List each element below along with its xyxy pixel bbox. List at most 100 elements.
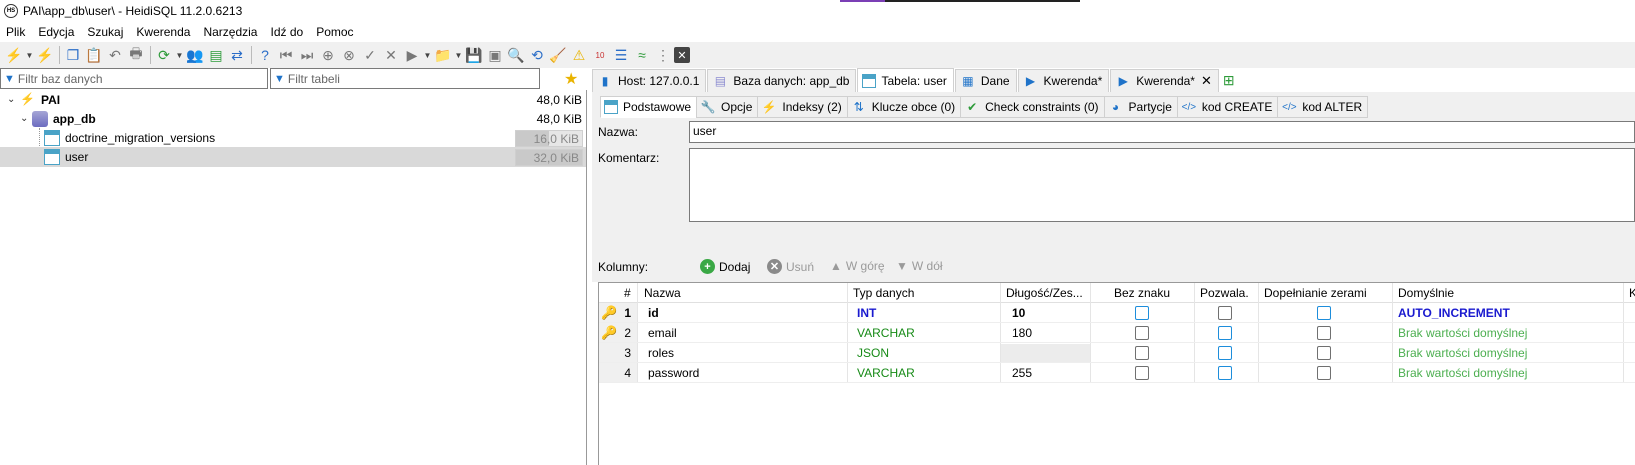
copy-icon[interactable]: ❐ xyxy=(63,45,83,65)
menu-pomoc[interactable]: Pomoc xyxy=(316,25,353,39)
database-filter-input[interactable]: ▼ Filtr baz danych xyxy=(0,68,268,89)
table-row[interactable]: 🔑 1 id INT 10 AUTO_INCREMENT xyxy=(599,303,1635,323)
replace-icon[interactable]: ⟲ xyxy=(527,45,547,65)
header-number[interactable]: # xyxy=(624,286,631,300)
zerofill-checkbox[interactable] xyxy=(1317,306,1331,320)
header-comment[interactable]: K xyxy=(1629,286,1635,300)
header-default[interactable]: Domyślnie xyxy=(1398,286,1454,300)
close-tab-icon[interactable]: ✕ xyxy=(674,47,690,63)
table-size-bar: 16,0 KiB xyxy=(515,129,583,147)
table-row[interactable]: 🔑 2 email VARCHAR 180 Brak wartości domy… xyxy=(599,323,1635,343)
undo-icon[interactable]: ↶ xyxy=(105,45,125,65)
save-as-icon[interactable]: ▣ xyxy=(485,45,505,65)
print-icon[interactable]: 🖶 xyxy=(126,45,146,65)
subtab-foreign-keys[interactable]: ⇅ Klucze obce (0) xyxy=(846,96,962,118)
first-record-icon[interactable]: ⏮ xyxy=(276,45,296,65)
last-record-icon[interactable]: ⏭ xyxy=(297,45,317,65)
open-folder-icon[interactable]: 📁 xyxy=(433,45,453,65)
close-icon[interactable]: ✕ xyxy=(1201,73,1212,89)
tab-table[interactable]: Tabela: user xyxy=(857,68,954,92)
menu-idz-do[interactable]: Idź do xyxy=(270,25,303,39)
table-comment-textarea[interactable] xyxy=(689,148,1635,222)
search-icon[interactable]: 🔍 xyxy=(506,45,526,65)
move-up-button[interactable]: ▲ W górę xyxy=(830,259,885,273)
table-filter-input[interactable]: ▼ Filtr tabeli xyxy=(270,68,540,89)
table-row[interactable]: 3 roles JSON Brak wartości domyślnej xyxy=(599,343,1635,363)
tree-server-node[interactable]: ⌄ ⚡ PAI 48,0 KiB xyxy=(0,90,586,110)
unsigned-checkbox[interactable] xyxy=(1135,346,1149,360)
subtab-alter-code[interactable]: </> kod ALTER xyxy=(1277,96,1369,118)
tree-table-node-selected[interactable]: user 32,0 KiB xyxy=(0,147,586,167)
zerofill-checkbox[interactable] xyxy=(1317,326,1331,340)
add-column-button[interactable]: + Dodaj xyxy=(700,259,750,274)
tab-query-2[interactable]: ▶ Kwerenda* ✕ xyxy=(1110,69,1219,92)
user-manager-icon[interactable]: 👥 xyxy=(185,45,205,65)
unsigned-checkbox[interactable] xyxy=(1135,366,1149,380)
export-icon[interactable]: ▤ xyxy=(206,45,226,65)
favorites-star-icon[interactable]: ★ xyxy=(564,69,578,89)
tree-table-node[interactable]: doctrine_migration_versions 16,0 KiB xyxy=(0,128,586,148)
tree-database-node[interactable]: ⌄ app_db 48,0 KiB xyxy=(0,109,586,129)
allow-null-checkbox[interactable] xyxy=(1218,346,1232,360)
subtab-check-constraints[interactable]: ✔ Check constraints (0) xyxy=(960,96,1105,118)
run-query-icon[interactable]: ▶ xyxy=(402,45,422,65)
collapse-arrow-icon[interactable]: ⌄ xyxy=(20,113,28,124)
sync-icon[interactable]: ⇄ xyxy=(227,45,247,65)
connect-icon[interactable]: ⚡ xyxy=(4,45,24,65)
allow-null-checkbox[interactable] xyxy=(1218,366,1232,380)
run-dropdown-icon[interactable]: ▼ xyxy=(423,45,432,65)
connect-dropdown-icon[interactable]: ▼ xyxy=(25,45,34,65)
unsigned-checkbox[interactable] xyxy=(1135,326,1149,340)
paste-icon[interactable]: 📋 xyxy=(84,45,104,65)
subtab-options[interactable]: 🔧 Opcje xyxy=(696,96,759,118)
cancel-icon[interactable]: ✕ xyxy=(381,45,401,65)
zerofill-checkbox[interactable] xyxy=(1317,366,1331,380)
zerofill-checkbox[interactable] xyxy=(1317,346,1331,360)
save-icon[interactable]: 💾 xyxy=(464,45,484,65)
header-data-type[interactable]: Typ danych xyxy=(853,286,914,300)
header-name[interactable]: Nazwa xyxy=(644,286,681,300)
vertical-dots-icon[interactable]: ⋮ xyxy=(653,45,673,65)
open-dropdown-icon[interactable]: ▼ xyxy=(454,45,463,65)
tab-data[interactable]: ▦ Dane xyxy=(954,69,1017,92)
menu-narzedzia[interactable]: Narzędzia xyxy=(203,25,257,39)
allow-null-checkbox[interactable] xyxy=(1218,326,1232,340)
disconnect-icon[interactable]: ⚡ xyxy=(35,45,55,65)
table-name-input[interactable]: user xyxy=(689,121,1635,143)
warning-icon[interactable]: ⚠ xyxy=(569,45,589,65)
clean-icon[interactable]: 🧹 xyxy=(548,45,568,65)
columns-grid[interactable]: # Nazwa Typ danych Długość/Zes... Bez zn… xyxy=(598,282,1635,465)
header-zerofill[interactable]: Dopełnianie zerami xyxy=(1264,286,1367,300)
menu-szukaj[interactable]: Szukaj xyxy=(87,25,123,39)
database-tree[interactable]: ⌄ ⚡ PAI 48,0 KiB ⌄ app_db 48,0 KiB doctr… xyxy=(0,90,587,465)
post-icon[interactable]: ✓ xyxy=(360,45,380,65)
help-icon[interactable]: ? xyxy=(255,45,275,65)
subtab-create-code[interactable]: </> kod CREATE xyxy=(1176,96,1279,118)
delete-record-icon[interactable]: ⊗ xyxy=(339,45,359,65)
remove-column-button[interactable]: ✕ Usuń xyxy=(767,259,814,274)
subtab-partitions[interactable]: ◕ Partycje xyxy=(1103,96,1178,118)
header-length[interactable]: Długość/Zes... xyxy=(1006,286,1088,300)
subtab-indexes[interactable]: ⚡ Indeksy (2) xyxy=(757,96,848,118)
subtab-basic[interactable]: Podstawowe xyxy=(600,96,698,118)
wrap-icon[interactable]: ☰ xyxy=(611,45,631,65)
insert-record-icon[interactable]: ⊕ xyxy=(318,45,338,65)
refresh-icon[interactable]: ⟳ xyxy=(154,45,174,65)
reformat-icon[interactable]: ≈ xyxy=(632,45,652,65)
new-query-tab-icon[interactable]: ⊞ xyxy=(1223,72,1235,89)
table-row[interactable]: 4 password VARCHAR 255 Brak wartości dom… xyxy=(599,363,1635,383)
move-down-button[interactable]: ▼ W dół xyxy=(896,259,943,273)
menu-plik[interactable]: Plik xyxy=(6,25,25,39)
refresh-dropdown-icon[interactable]: ▼ xyxy=(175,45,184,65)
menu-kwerenda[interactable]: Kwerenda xyxy=(136,25,190,39)
collapse-arrow-icon[interactable]: ⌄ xyxy=(7,94,15,105)
header-unsigned[interactable]: Bez znaku xyxy=(1114,286,1170,300)
tab-query-1[interactable]: ▶ Kwerenda* xyxy=(1017,69,1110,92)
tab-host[interactable]: ▮ Host: 127.0.0.1 xyxy=(592,69,707,92)
menu-edycja[interactable]: Edycja xyxy=(38,25,74,39)
unsigned-checkbox[interactable] xyxy=(1135,306,1149,320)
allow-null-checkbox[interactable] xyxy=(1218,306,1232,320)
header-allow-null[interactable]: Pozwala... xyxy=(1200,286,1248,300)
tab-database[interactable]: ▤ Baza danych: app_db xyxy=(707,69,857,92)
binary-icon[interactable]: 10 xyxy=(590,45,610,65)
